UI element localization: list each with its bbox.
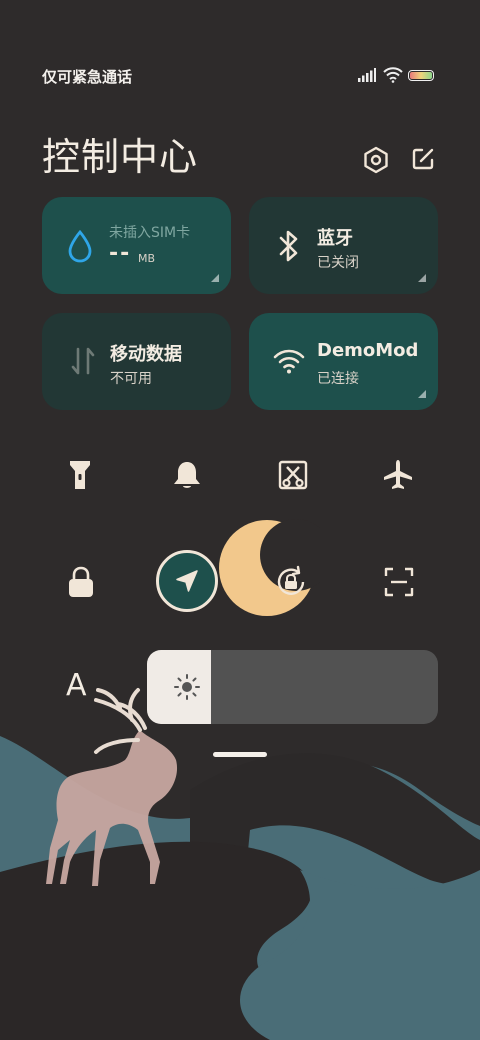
brightness-slider[interactable] (147, 650, 438, 724)
lock-icon (69, 566, 93, 597)
bluetooth-icon (279, 230, 298, 262)
airplane-mode-button[interactable] (373, 450, 423, 500)
flashlight-button[interactable] (55, 450, 105, 500)
bluetooth-tile-status: 已关闭 (317, 255, 359, 271)
tile-expand-corner[interactable] (211, 274, 219, 282)
ring-mode-button[interactable] (162, 450, 212, 500)
edit-icon[interactable] (410, 146, 436, 172)
wifi-icon (383, 67, 403, 83)
mobile-data-tile-status: 不可用 (110, 371, 152, 387)
scan-icon (384, 567, 414, 597)
screenshot-icon (278, 460, 308, 490)
mobile-data-tile-title: 移动数据 (110, 344, 182, 365)
lock-screen-button[interactable] (56, 557, 106, 607)
mobile-data-tile[interactable]: 移动数据 不可用 (42, 313, 231, 410)
battery-icon (408, 70, 434, 81)
font-size-button[interactable]: A (66, 668, 87, 703)
rotation-lock-icon (277, 565, 305, 595)
carrier-status-text: 仅可紧急通话 (42, 68, 133, 86)
page-title: 控制中心 (42, 135, 199, 179)
sim-tile-unit: MB (138, 252, 156, 265)
tile-expand-corner[interactable] (418, 390, 426, 398)
wifi-tile-status: 已连接 (317, 371, 359, 387)
location-icon (176, 570, 198, 592)
sun-icon (174, 674, 200, 700)
airplane-icon (384, 460, 412, 489)
water-drop-icon (68, 229, 92, 263)
rotation-lock-button[interactable] (266, 557, 316, 607)
bluetooth-tile[interactable]: 蓝牙 已关闭 (249, 197, 438, 294)
home-indicator[interactable] (213, 752, 267, 757)
flashlight-icon (70, 461, 90, 489)
data-transfer-icon (71, 347, 95, 375)
tile-expand-corner[interactable] (418, 274, 426, 282)
bell-icon (174, 462, 200, 488)
sim-tile-value: -- (109, 241, 132, 266)
sim-tile-title: 未插入SIM卡 (109, 225, 191, 241)
settings-icon[interactable] (362, 146, 390, 174)
wifi-tile-title: DemoMod (317, 340, 417, 361)
scan-button[interactable] (374, 557, 424, 607)
wifi-tile[interactable]: DemoMod 已连接 (249, 313, 438, 410)
signal-icon (358, 68, 376, 82)
screenshot-button[interactable] (268, 450, 318, 500)
wifi-tile-icon (273, 349, 305, 374)
bluetooth-tile-title: 蓝牙 (317, 228, 353, 249)
mobile-data-usage-tile[interactable]: 未插入SIM卡 -- MB (42, 197, 231, 294)
location-button[interactable] (156, 550, 218, 612)
